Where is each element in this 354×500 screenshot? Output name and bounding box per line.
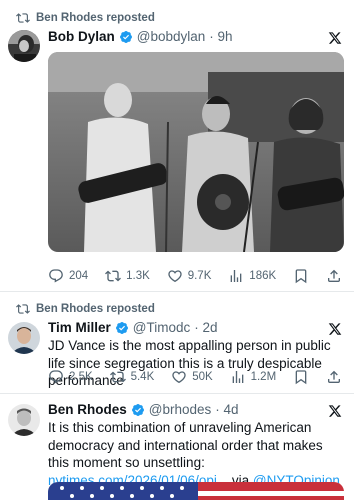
author-name[interactable]: Tim Miller — [48, 320, 111, 335]
author-name[interactable]: Ben Rhodes — [48, 402, 127, 417]
post-time[interactable]: · 9h — [209, 29, 232, 44]
bookmark-button[interactable] — [293, 369, 309, 385]
views-count: 1.2M — [250, 371, 277, 383]
share-button[interactable] — [326, 268, 342, 284]
reply-icon — [49, 370, 63, 384]
post-actions: 2.5K 5.4K 50K 1.2M — [48, 369, 342, 385]
verified-badge-icon — [131, 403, 144, 416]
share-icon — [328, 269, 340, 282]
verified-badge-icon — [119, 30, 132, 43]
repost-icon — [109, 371, 126, 383]
repost-label[interactable]: Ben Rhodes reposted — [36, 303, 155, 315]
reply-icon — [49, 269, 63, 283]
views-chart-icon — [230, 270, 242, 282]
repost-icon — [105, 270, 122, 282]
post-time[interactable]: · 2d — [194, 320, 217, 335]
views-button[interactable]: 1.2M — [230, 369, 277, 385]
post-text: It is this combination of unraveling Ame… — [48, 419, 344, 489]
like-count: 50K — [192, 371, 213, 383]
author-handle[interactable]: @brhodes — [149, 402, 212, 417]
avatar-ben-rhodes[interactable] — [8, 404, 40, 436]
verified-badge-icon — [115, 321, 128, 334]
link-preview-image[interactable] — [48, 482, 344, 500]
repost-count: 5.4K — [130, 371, 155, 383]
x-logo-icon — [328, 405, 342, 417]
share-button[interactable] — [326, 369, 342, 385]
like-button[interactable]: 9.7K — [167, 268, 212, 284]
repost-icon — [16, 13, 30, 23]
avatar-bob-dylan[interactable] — [8, 30, 40, 62]
views-chart-icon — [232, 371, 243, 383]
post-time[interactable]: · 4d — [215, 402, 238, 417]
views-count: 186K — [249, 270, 277, 282]
avatar-tim-miller[interactable] — [8, 322, 40, 354]
post-photo[interactable] — [48, 52, 344, 252]
repost-label[interactable]: Ben Rhodes reposted — [36, 12, 155, 24]
bookmark-icon — [295, 370, 307, 385]
author-handle[interactable]: @Timodc — [133, 320, 190, 335]
reply-count: 204 — [69, 270, 89, 282]
x-logo-icon — [328, 32, 342, 44]
post-actions: 204 1.3K 9.7K 186K — [48, 268, 342, 284]
post-divider — [0, 291, 354, 292]
repost-indicator: Ben Rhodes reposted — [16, 302, 155, 316]
repost-button[interactable]: 5.4K — [109, 369, 155, 385]
reply-button[interactable]: 204 — [48, 268, 88, 284]
post-divider — [0, 393, 354, 394]
bookmark-button[interactable] — [293, 268, 309, 284]
views-button[interactable]: 186K — [228, 268, 276, 284]
repost-button[interactable]: 1.3K — [105, 268, 150, 284]
share-icon — [328, 370, 340, 383]
post-text-body: It is this combination of unraveling Ame… — [48, 420, 323, 470]
reply-count: 2.5K — [69, 371, 93, 383]
author-handle[interactable]: @bobdylan — [137, 29, 206, 44]
like-button[interactable]: 50K — [171, 369, 213, 385]
repost-indicator: Ben Rhodes reposted — [16, 11, 155, 25]
bookmark-icon — [295, 269, 307, 284]
like-count: 9.7K — [187, 270, 212, 282]
x-logo-icon — [328, 323, 342, 335]
heart-icon — [172, 371, 186, 384]
author-name[interactable]: Bob Dylan — [48, 29, 115, 44]
reply-button[interactable]: 2.5K — [48, 369, 93, 385]
heart-icon — [168, 270, 182, 283]
repost-count: 1.3K — [126, 270, 150, 282]
repost-icon — [16, 304, 30, 314]
